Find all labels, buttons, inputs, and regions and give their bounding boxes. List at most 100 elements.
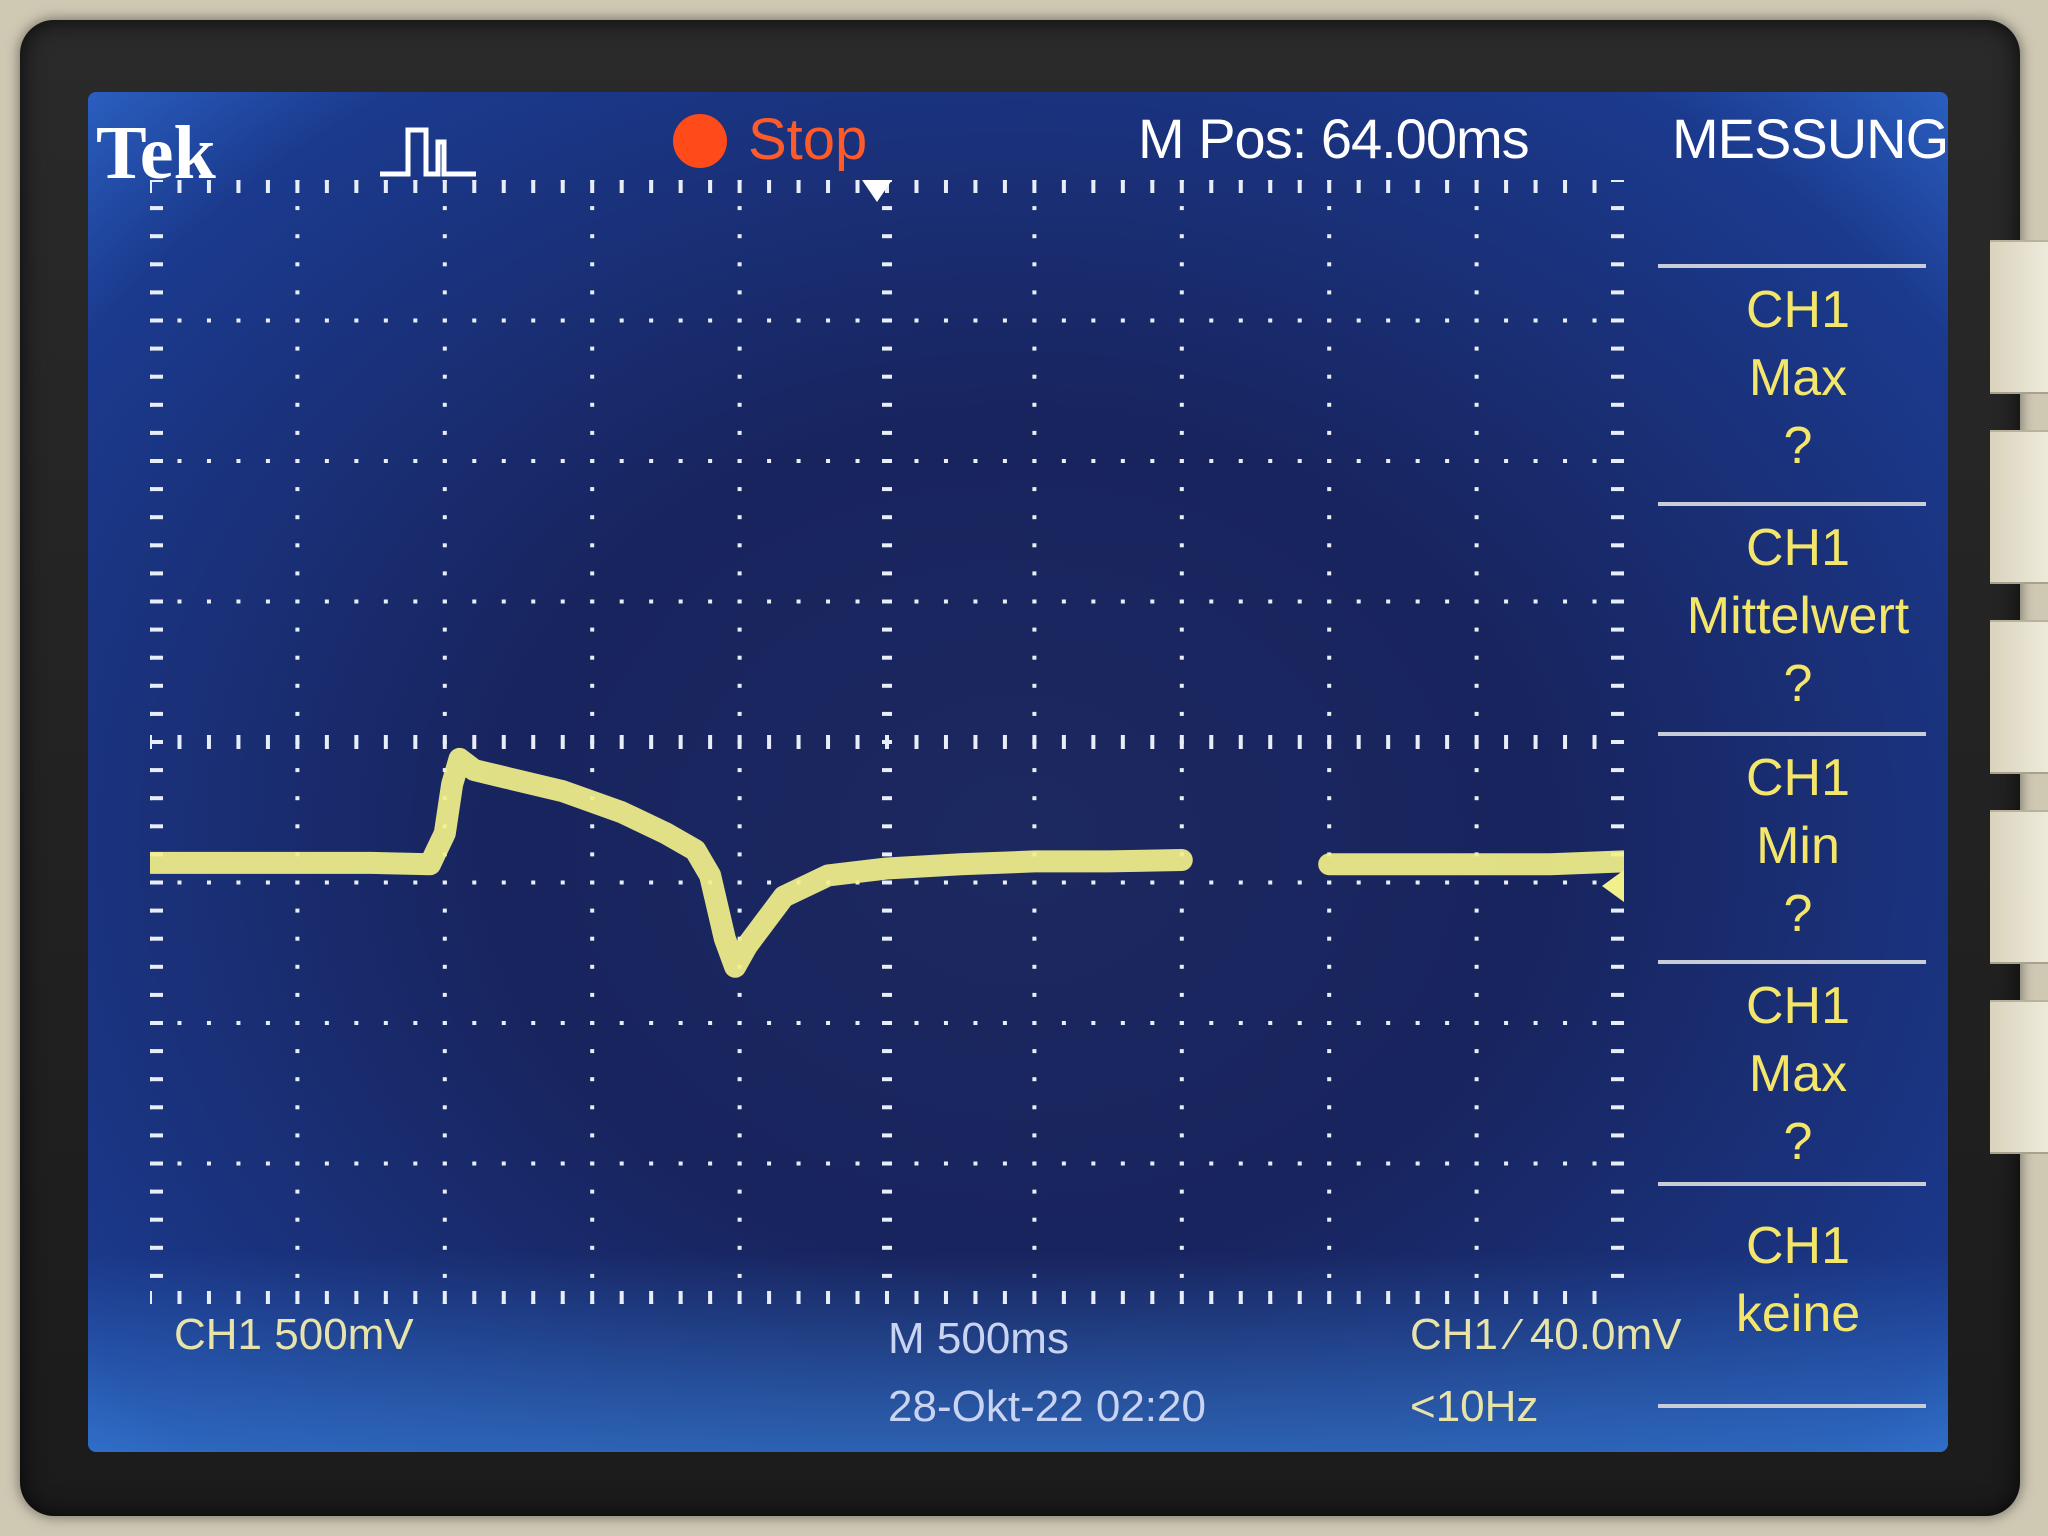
graticule-dot [590,1245,595,1250]
graticule-dot [1179,1217,1184,1222]
graticule-dot [973,459,978,463]
graticule-dot [354,599,359,604]
graticule-dot [1327,1189,1332,1194]
graticule-dot [1002,735,1007,749]
graticule-dot [1474,234,1479,239]
graticule-dot [1327,1133,1332,1138]
graticule-dot [649,599,654,604]
graticule-dot [1327,487,1332,492]
menu-item-ch1-mittelwert[interactable]: CH1 Mittelwert ? [1648,514,1948,718]
graticule-dot [1179,768,1184,773]
graticule-dot [1533,180,1538,193]
graticule-dot [1179,711,1184,716]
graticule-dot [472,735,477,749]
graticule-dot [885,1021,889,1025]
graticule-dot [1179,571,1184,576]
graticule-dot [737,290,742,295]
graticule-dot [560,1021,565,1025]
graticule-dot [855,1291,860,1304]
menu-item-ch1-max-2[interactable]: CH1 Max ? [1648,972,1948,1176]
option-button-3[interactable] [1990,620,2048,774]
graticule-dot [885,1291,889,1304]
graticule-dot [1032,627,1037,632]
graticule-dot [882,290,892,295]
option-button-4[interactable] [1990,810,2048,964]
graticule-dot [1179,1105,1184,1110]
graticule-dot [1327,683,1332,688]
option-button-5[interactable] [1990,1000,2048,1154]
graticule-dot [150,683,163,688]
graticule-dot [206,180,211,193]
graticule-dot [501,1161,506,1166]
graticule-dot [914,1161,919,1166]
graticule-dot [737,1077,742,1082]
graticule-dot [1563,459,1568,463]
graticule-dot [383,1161,388,1166]
menu-item-ch1-min[interactable]: CH1 Min ? [1648,744,1948,948]
graticule-dot [383,318,388,323]
graticule-dot [295,402,300,407]
graticule-dot [1327,824,1332,829]
graticule-dot [442,1245,447,1250]
graticule-dot [265,735,270,749]
graticule-dot [914,1021,919,1025]
graticule-dot [150,1273,163,1278]
graticule-dot [678,1021,683,1025]
graticule-dot [1209,1161,1214,1166]
graticule-dot [914,599,919,604]
graticule-dot [882,627,892,632]
graticule-dot [678,735,683,749]
graticule-dot [737,206,742,211]
graticule-dot [882,206,892,211]
graticule-dot [442,1105,447,1110]
graticule-dot [1474,964,1479,969]
graticule-dot [295,1217,300,1222]
menu-item-ch1-keine[interactable]: CH1 keine [1648,1212,1948,1348]
graticule-dot [1533,1021,1538,1025]
graticule-dot [295,992,300,997]
graticule-dot [1179,262,1184,267]
graticule-dot [354,180,359,193]
graticule-dot [295,1291,300,1304]
graticule-dot [590,543,595,548]
graticule-dot [882,1049,892,1054]
graticule-dot [1327,346,1332,351]
graticule-dot [265,1021,270,1025]
graticule-dot [1592,1021,1597,1025]
graticule-dot [1611,262,1624,267]
graticule-dot [737,571,742,576]
graticule-dot [1150,735,1155,749]
graticule-dot [1268,459,1273,463]
graticule-dot [413,735,418,749]
graticule-dot [1327,318,1332,323]
graticule-dot [150,992,163,997]
graticule-dot [708,1291,713,1304]
graticule-dot [265,1161,270,1166]
graticule-dot [914,459,919,463]
graticule-dot [472,1161,477,1166]
graticule-dot [295,487,300,492]
graticule-dot [1032,1273,1037,1278]
graticule-dot [1061,1021,1066,1025]
option-button-2[interactable] [1990,430,2048,584]
graticule-dot [354,1161,359,1166]
graticule-dot [1179,1245,1184,1250]
menu-item-ch1-max[interactable]: CH1 Max ? [1648,276,1948,480]
option-button-1[interactable] [1990,240,2048,394]
graticule-dot [150,1217,163,1222]
graticule-dot [737,1245,742,1250]
graticule-dot [882,487,892,492]
graticule-dot [472,1291,477,1304]
graticule-dot [708,180,713,193]
graticule-dot [1179,936,1184,941]
graticule-dot [1120,735,1125,749]
graticule-dot [1268,735,1273,749]
menu-item-line: keine [1735,1285,1861,1343]
graticule-dot [1474,290,1479,295]
graticule-dot [1091,318,1096,323]
graticule-dot [1032,402,1037,407]
graticule-dot [1592,599,1597,604]
graticule-dot [882,992,892,997]
graticule-dot [1415,735,1420,749]
graticule-dot [737,543,742,548]
